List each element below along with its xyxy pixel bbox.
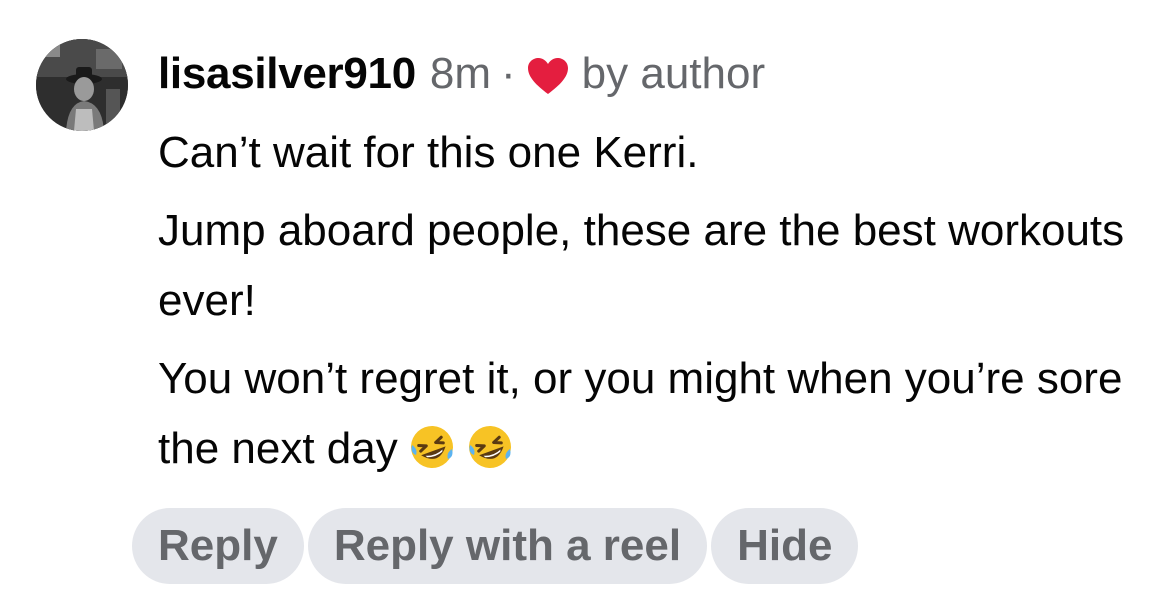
rolling-on-floor-laughing-icon [466,422,514,470]
avatar-photo [36,39,128,131]
separator-dot: · [501,49,516,98]
comment-header: lisasilver910 8m · by author [158,44,765,104]
rolling-on-floor-laughing-icon [408,422,456,470]
timestamp[interactable]: 8m [430,49,491,99]
avatar[interactable] [36,39,128,131]
heart-icon [526,56,570,96]
reply-with-reel-button[interactable]: Reply with a reel [307,508,708,584]
comment-actions: Reply Reply with a reel Hide [132,508,859,584]
comment-paragraph-text: You won’t regret it, or you might when y… [158,354,1123,473]
comment-paragraph: Can’t wait for this one Kerri. [158,128,699,177]
comment-paragraph: You won’t regret it, or you might when y… [158,344,1168,484]
comment-paragraph: Jump aboard people, these are the best w… [158,206,1125,325]
hide-button[interactable]: Hide [711,508,859,584]
comment-body: Can’t wait for this one Kerri. Jump aboa… [158,118,1168,492]
comment: lisasilver910 8m · by author Can’t wait … [0,0,1176,609]
reply-button[interactable]: Reply [132,508,304,584]
liked-by-author-label: by author [581,49,766,98]
username[interactable]: lisasilver910 [158,49,416,99]
